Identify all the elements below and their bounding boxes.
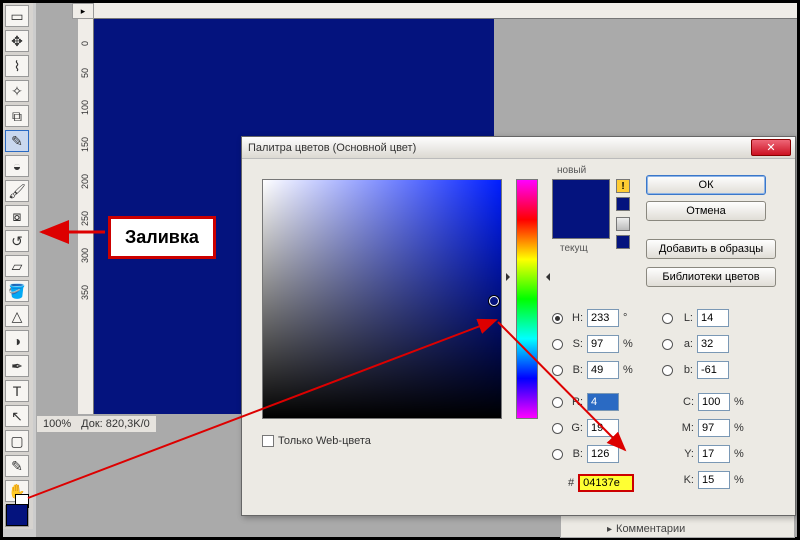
field-c: C: % [678, 393, 744, 411]
comments-toggle[interactable]: ▸ Комментарии [607, 523, 685, 535]
radio-a[interactable] [662, 339, 673, 350]
input-k[interactable] [698, 471, 730, 489]
ruler-horizontal [94, 3, 797, 19]
tool-lasso[interactable]: ⌇ [5, 55, 29, 77]
radio-g[interactable] [552, 423, 563, 434]
add-swatch-button[interactable]: Добавить в образцы [646, 239, 776, 259]
input-l[interactable] [697, 309, 729, 327]
status-bar: 100% Док: 820,3K/0 [36, 415, 157, 433]
radio-h[interactable] [552, 313, 563, 324]
label-current: текущ [560, 243, 588, 254]
dialog-title: Палитра цветов (Основной цвет) [248, 142, 416, 154]
gamut-warning-icon[interactable]: ! [616, 179, 630, 193]
tool-stamp[interactable]: ⧇ [5, 205, 29, 227]
input-g[interactable] [587, 419, 619, 437]
zoom-level: 100% [43, 418, 71, 430]
field-b-hsb: B: % [552, 361, 633, 379]
tool-eraser[interactable]: ▱ [5, 255, 29, 277]
web-only-label: Только Web-цвета [278, 435, 371, 447]
color-swatches [3, 494, 33, 534]
field-y: Y: % [678, 445, 744, 463]
websafe-warning-icon[interactable] [616, 217, 630, 231]
preview-current-color[interactable] [553, 209, 609, 238]
tool-notes[interactable]: ✎ [5, 455, 29, 477]
field-b-lab: b: [662, 361, 729, 379]
dialog-titlebar[interactable]: Палитра цветов (Основной цвет) ✕ [242, 137, 795, 159]
checkbox-icon [262, 435, 274, 447]
doc-info: Док: 820,3K/0 [81, 418, 150, 430]
tool-pen[interactable]: ✒ [5, 355, 29, 377]
input-y[interactable] [698, 445, 730, 463]
hue-slider[interactable] [516, 179, 538, 419]
close-icon[interactable]: ✕ [751, 139, 791, 156]
tool-eyedropper[interactable]: ✎ [5, 130, 29, 152]
tool-brush[interactable]: 🖌 [5, 180, 29, 202]
foreground-color-swatch[interactable] [6, 504, 28, 526]
input-b-hsb[interactable] [587, 361, 619, 379]
tool-type[interactable]: T [5, 380, 29, 402]
tool-path-select[interactable]: ↖ [5, 405, 29, 427]
tool-paint-bucket[interactable]: 🪣 [5, 280, 29, 302]
cancel-button[interactable]: Отмена [646, 201, 766, 221]
field-b-rgb: B: [552, 445, 619, 463]
field-r: R: [552, 393, 619, 411]
ruler-vertical: 050100150200250300350 [78, 19, 94, 414]
tool-crop[interactable]: ⧉ [5, 105, 29, 127]
input-m[interactable] [698, 419, 730, 437]
input-hex[interactable] [578, 474, 634, 492]
hex-prefix: # [568, 477, 574, 489]
tool-marquee[interactable]: ▭ [5, 5, 29, 27]
tool-blur[interactable]: △ [5, 305, 29, 327]
tool-magic-wand[interactable]: ✧ [5, 80, 29, 102]
sv-cursor[interactable] [489, 296, 499, 306]
doc-tab[interactable]: ▸ [72, 3, 94, 19]
input-b-rgb[interactable] [587, 445, 619, 463]
input-b-lab[interactable] [697, 361, 729, 379]
radio-b-lab[interactable] [662, 365, 673, 376]
field-a: a: [662, 335, 729, 353]
radio-r[interactable] [552, 397, 563, 408]
field-s: S: % [552, 335, 633, 353]
tool-rectangle[interactable]: ▢ [5, 430, 29, 452]
input-a[interactable] [697, 335, 729, 353]
field-m: M: % [678, 419, 744, 437]
toolbox: ▭✥⌇✧⧉✎◒🖌⧇↺▱🪣△◑✒T↖▢✎✋🔍 [3, 3, 33, 529]
color-preview [552, 179, 610, 239]
radio-b-rgb[interactable] [552, 449, 563, 460]
web-colors-only-checkbox[interactable]: Только Web-цвета [262, 435, 371, 447]
field-hex: # [568, 474, 634, 492]
annotation-label: Заливка [108, 216, 216, 259]
radio-s[interactable] [552, 339, 563, 350]
tool-dodge[interactable]: ◑ [5, 330, 29, 352]
field-g: G: [552, 419, 619, 437]
color-libraries-button[interactable]: Библиотеки цветов [646, 267, 776, 287]
preview-new-color[interactable] [553, 180, 609, 209]
tool-history-brush[interactable]: ↺ [5, 230, 29, 252]
tool-move[interactable]: ✥ [5, 30, 29, 52]
input-h[interactable] [587, 309, 619, 327]
input-c[interactable] [698, 393, 730, 411]
input-s[interactable] [587, 335, 619, 353]
tool-spot-heal[interactable]: ◒ [5, 155, 29, 177]
label-new: новый [557, 165, 586, 176]
color-picker-dialog: Палитра цветов (Основной цвет) ✕ новый т… [241, 136, 796, 516]
radio-b-hsb[interactable] [552, 365, 563, 376]
gamut-warning-swatch[interactable] [616, 197, 630, 211]
field-l: L: [662, 309, 729, 327]
field-h: H: ° [552, 309, 627, 327]
field-k: K: % [678, 471, 744, 489]
websafe-swatch[interactable] [616, 235, 630, 249]
radio-l[interactable] [662, 313, 673, 324]
ok-button[interactable]: ОК [646, 175, 766, 195]
input-r[interactable] [587, 393, 619, 411]
saturation-value-field[interactable] [262, 179, 502, 419]
